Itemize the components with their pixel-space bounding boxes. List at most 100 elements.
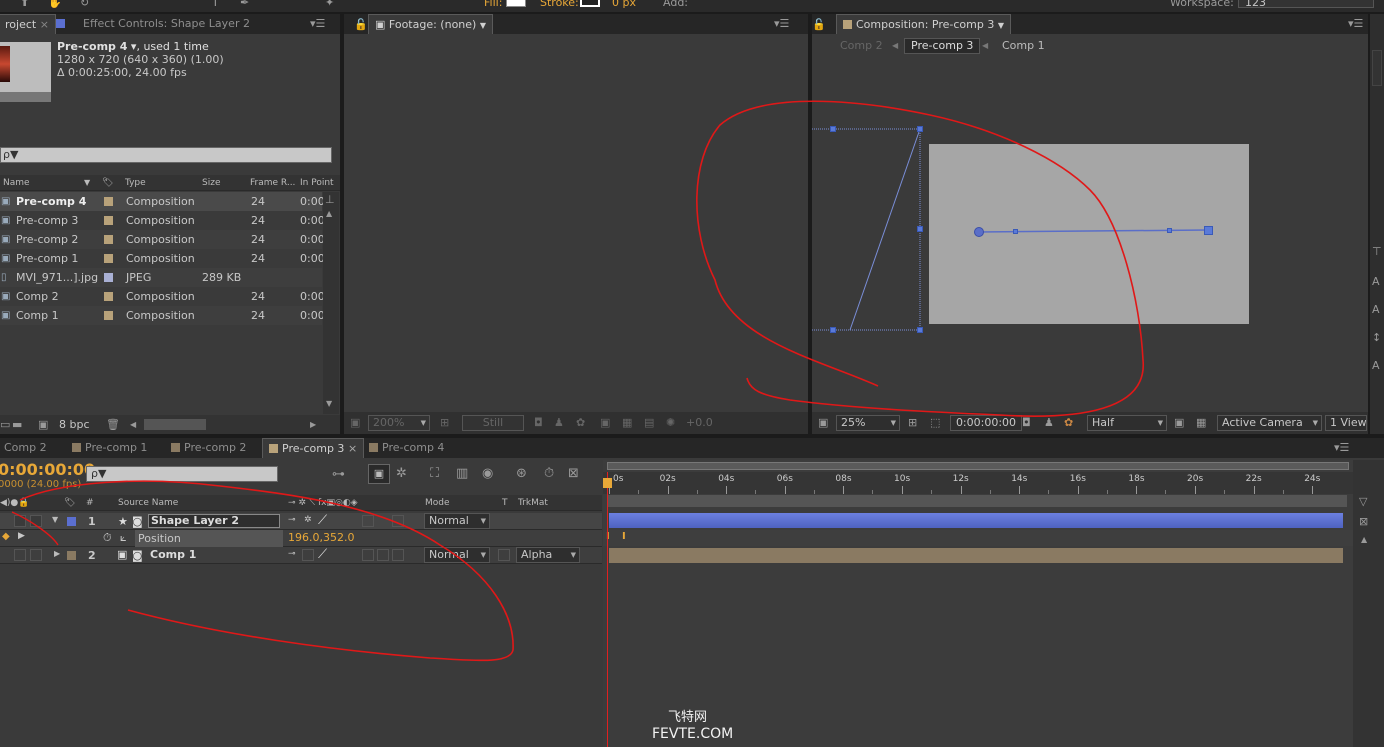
playhead-handle-icon[interactable] (603, 478, 612, 488)
text-size-icon[interactable]: A (1372, 304, 1380, 316)
label-swatch[interactable] (104, 311, 113, 320)
project-list-item[interactable]: ▣ Comp 1 Composition 24 0:00 (0, 306, 325, 325)
switch-quality-icon[interactable]: ⟋ (318, 547, 327, 562)
bpc-label[interactable]: 8 bpc (59, 415, 90, 434)
solo-switch[interactable] (30, 549, 42, 561)
current-time-indicator[interactable] (607, 472, 608, 747)
switch-box[interactable] (392, 515, 404, 527)
stopwatch-icon[interactable]: ⏱ (103, 531, 112, 545)
project-list-item[interactable]: ▣ Pre-comp 4 Composition 24 0:00 (0, 192, 325, 211)
lock-icon[interactable]: 🔓 (812, 19, 826, 31)
comp-mini-flowchart-icon[interactable]: ⊶ (332, 468, 345, 481)
work-area-bar[interactable] (607, 462, 1349, 470)
scroll-up-icon[interactable]: ▲ (326, 208, 332, 220)
keyframe-marker[interactable]: I (622, 531, 626, 542)
channel-icon[interactable]: ✿ (1064, 417, 1073, 429)
project-list-item[interactable]: ▣ Pre-comp 2 Composition 24 0:00 (0, 230, 325, 249)
stroke-width[interactable]: 0 px (612, 0, 636, 9)
project-search-input[interactable]: ρ▼ (0, 147, 332, 163)
graph-toggle-icon[interactable]: ⟀ (120, 531, 127, 545)
safe-margins-icon[interactable]: ⊞ (908, 417, 917, 429)
frame-icon[interactable]: ▤ (644, 417, 654, 429)
switch-shy-icon[interactable]: ⊸ (288, 549, 296, 559)
comp-button-icon[interactable]: ▽ (1359, 496, 1367, 508)
graph-editor-icon[interactable]: ⊛ (516, 467, 527, 480)
interpret-footage-icon[interactable]: ▭ (0, 419, 10, 431)
transparency-grid-icon[interactable]: ▦ (1196, 417, 1206, 429)
exposure-icon[interactable]: ✺ (666, 417, 675, 429)
stroke-swatch[interactable] (580, 0, 600, 7)
preserve-transparency-box[interactable] (498, 549, 510, 561)
breadcrumb-comp1[interactable]: Comp 1 (1002, 38, 1045, 54)
label-swatch[interactable] (104, 197, 113, 206)
breadcrumb-comp2[interactable]: Comp 2 (840, 38, 883, 54)
mask-icon[interactable]: ⬚ (930, 417, 940, 429)
selection-tool-icon[interactable]: ⬆ (20, 0, 29, 9)
view-layout-select[interactable]: 1 View (1325, 415, 1367, 431)
chevron-down-icon[interactable]: ▼ (480, 21, 486, 30)
panel-menu-icon[interactable]: ▾☰ (310, 17, 325, 30)
layer-name[interactable]: Comp 1 (150, 548, 196, 561)
resolution-select[interactable]: Half (1087, 415, 1167, 431)
fill-swatch[interactable] (506, 0, 526, 7)
right-panel-scrollbar[interactable] (1372, 50, 1382, 86)
label-swatch[interactable] (104, 216, 113, 225)
twirl-open-icon[interactable]: ▼ (52, 515, 58, 524)
handle-bottom-left[interactable] (830, 327, 836, 333)
workspace-select[interactable]: 123 (1238, 0, 1374, 9)
panel-menu-icon[interactable]: ▾☰ (774, 17, 789, 30)
layer-label-swatch[interactable] (67, 551, 76, 560)
col-mode[interactable]: Mode (425, 495, 450, 511)
frame-blending-icon[interactable]: ⛶ (430, 467, 439, 480)
label-swatch[interactable] (104, 254, 113, 263)
label-swatch[interactable] (104, 273, 113, 282)
col-size[interactable]: Size (202, 175, 220, 191)
layer-row[interactable]: ▶ 2 ▣ ◙ Comp 1 ⊸ ⟋ Normal Alpha (0, 547, 602, 564)
tab-precomp2[interactable]: Pre-comp 2 (165, 438, 252, 458)
tab-precomp4[interactable]: Pre-comp 4 (363, 438, 450, 458)
snapshot-icon[interactable]: ◘ (1022, 417, 1031, 429)
handle-top-right[interactable] (917, 126, 923, 132)
layer-bar-comp[interactable] (609, 548, 1343, 563)
show-snapshot-icon[interactable]: ♟ (1044, 417, 1054, 429)
anchor-point-icon[interactable] (974, 227, 984, 237)
col-trkmat[interactable]: TrkMat (518, 495, 548, 511)
twirl-closed-icon[interactable]: ▶ (54, 549, 60, 558)
project-list-item[interactable]: ▣ Pre-comp 1 Composition 24 0:00 (0, 249, 325, 268)
video-switch[interactable] (14, 515, 26, 527)
property-row[interactable]: ◆ ▶ ⏱ ⟀ Position 196.0,352.0 (0, 530, 602, 547)
trkmat-select[interactable]: Alpha (516, 547, 580, 563)
lock-icon[interactable]: 🔓 (354, 19, 368, 31)
hide-shy-icon[interactable]: ✲ (396, 467, 407, 480)
new-folder-icon[interactable]: ▬ (12, 419, 22, 431)
close-icon[interactable]: × (348, 442, 357, 455)
tab-composition[interactable]: Composition: Pre-comp 3 ▼ (836, 14, 1011, 34)
time-graph[interactable]: 0s 02s 04s 06s 08s 10s 12s 14s 16s 18s 20s 22s 24s I… (603, 460, 1353, 747)
switch-quality-icon[interactable]: ⟋ (318, 513, 327, 528)
roi-icon[interactable]: ▣ (1174, 417, 1184, 429)
snapshot-icon[interactable]: ◘ (534, 417, 543, 429)
layer-mode-select[interactable]: Normal (424, 513, 490, 529)
new-comp-icon[interactable]: ▣ (38, 419, 48, 431)
horizontal-scrollbar[interactable] (144, 419, 206, 430)
project-scrollbar[interactable]: ⊥ ▲ ▼ (323, 192, 339, 414)
graph-icon[interactable]: ⊠ (568, 467, 579, 480)
switch-box[interactable] (362, 549, 374, 561)
puppet-tool-icon[interactable]: ✦ (325, 0, 334, 9)
comp-zoom-select[interactable]: 25% (836, 415, 900, 431)
tab-effect-controls[interactable]: Effect Controls: Shape Layer 2 (50, 14, 256, 34)
draft-3d-icon[interactable]: ▣ (368, 464, 390, 484)
trash-icon[interactable]: 🗑 (106, 419, 120, 431)
tab-comp2[interactable]: Comp 2 (0, 438, 53, 458)
switch-box[interactable] (362, 515, 374, 527)
keyframe-nav-icon[interactable]: ◆ (2, 531, 10, 542)
layer-label-swatch[interactable] (67, 517, 76, 526)
handle-mid-right[interactable] (917, 226, 923, 232)
col-type[interactable]: Type (125, 175, 146, 191)
align-icon[interactable]: ⊤ (1372, 246, 1382, 258)
tab-precomp3[interactable]: Pre-comp 3 × (262, 438, 365, 458)
comp-button-icon[interactable]: ⊠ (1359, 516, 1368, 528)
stopwatch-icon[interactable]: ⏱ (544, 467, 554, 480)
channel-icon[interactable]: ✿ (576, 417, 585, 429)
handle-top-left[interactable] (830, 126, 836, 132)
